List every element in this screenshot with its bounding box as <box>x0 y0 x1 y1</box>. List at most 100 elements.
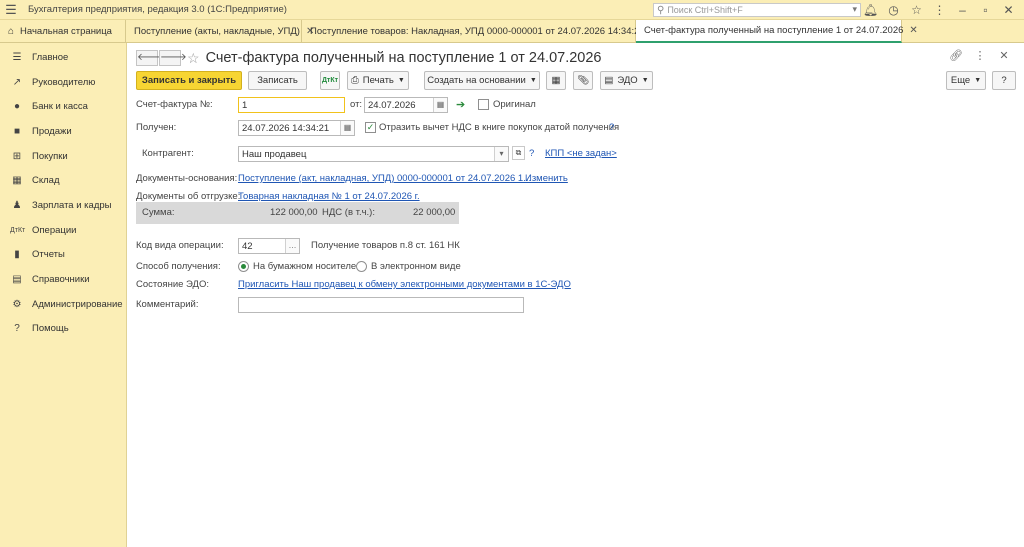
sidebar-item-operations[interactable]: ДтКт Операции <box>0 218 126 243</box>
forward-button[interactable]: 🡒 <box>159 50 187 66</box>
close-icon[interactable]: ✕ <box>997 2 1020 18</box>
change-link[interactable]: Изменить <box>525 173 568 184</box>
sidebar-item-purchases[interactable]: ⊞ Покупки <box>0 144 126 169</box>
more-icon[interactable]: ⋮ <box>968 49 992 62</box>
base-documents-link[interactable]: Поступление (акт, накладная, УПД) 0000-0… <box>238 173 531 184</box>
counterparty-input[interactable]: Наш продавец ▾ <box>238 146 509 162</box>
vat-deduction-checkbox[interactable]: ✓ <box>365 122 376 133</box>
chevron-down-icon[interactable]: ▾ <box>494 147 508 161</box>
button-label: Записать <box>257 75 298 86</box>
cart-icon: ⊞ <box>12 150 22 162</box>
printer-icon: ⎙ <box>351 75 359 86</box>
people-icon: ♟ <box>12 199 22 211</box>
help-button[interactable]: ? <box>992 71 1016 90</box>
sidebar-item-admin[interactable]: ⚙ Администрирование <box>0 292 126 317</box>
create-based-on-button[interactable]: Создать на основании ▼ <box>424 71 540 90</box>
tab-label: Счет-фактура полученный на поступление 1… <box>644 25 904 36</box>
sidebar-item-bank[interactable]: ● Банк и касса <box>0 94 126 119</box>
invoice-date-input[interactable]: 24.07.2026 ▦ <box>364 97 448 113</box>
minimize-icon[interactable]: – <box>951 2 974 18</box>
page-title: Счет-фактура полученный на поступление 1… <box>205 50 602 66</box>
maximize-icon[interactable]: ▫ <box>974 2 997 18</box>
invoice-number-label: Счет-фактура №: <box>136 99 213 110</box>
sidebar-item-label: Покупки <box>32 150 68 162</box>
sidebar-item-salary[interactable]: ♟ Зарплата и кадры <box>0 193 126 218</box>
shipment-documents-link[interactable]: Товарная накладная № 1 от 24.07.2026 г. <box>238 191 420 202</box>
save-button[interactable]: Записать <box>248 71 307 90</box>
sidebar-item-warehouse[interactable]: ▦ Склад <box>0 168 126 193</box>
sidebar-item-label: Администрирование <box>32 298 123 310</box>
bell-icon[interactable]: 🔔︎ <box>859 2 882 18</box>
sidebar-item-reports[interactable]: ▮ Отчеты <box>0 243 126 268</box>
star-icon[interactable]: ☆ <box>905 2 928 18</box>
radio-electronic[interactable] <box>356 261 367 272</box>
calendar-icon[interactable]: ▦ <box>340 121 354 135</box>
sidebar-item-label: Склад <box>32 175 60 187</box>
original-label: Оригинал <box>493 99 536 110</box>
close-icon[interactable]: ✕ <box>909 25 917 36</box>
counterparty-label: Контрагент: <box>142 148 194 159</box>
document-form: 🡐 🡒 ☆ Счет-фактура полученный на поступл… <box>127 43 1024 547</box>
tab-receipt-doc[interactable]: Поступление товаров: Накладная, УПД 0000… <box>302 20 659 43</box>
radio-paper[interactable] <box>238 261 249 272</box>
structure-icon[interactable]: ▦ <box>546 71 566 90</box>
chevron-down-icon: ▼ <box>397 77 405 84</box>
chevron-down-icon: ▼ <box>529 77 537 84</box>
received-label: Получен: <box>136 122 177 133</box>
help-icon[interactable]: ? <box>609 122 614 133</box>
menu-icon: ☰ <box>12 51 22 63</box>
main-menu-icon[interactable]: ☰ <box>0 2 22 18</box>
print-button[interactable]: ⎙ Печать ▼ <box>347 71 409 90</box>
edo-button[interactable]: ▤ ЭДО ▼ <box>600 71 653 90</box>
document-header: 🡐 🡒 ☆ Счет-фактура полученный на поступл… <box>136 49 602 67</box>
button-label: Печать <box>362 75 394 86</box>
tab-invoice[interactable]: Счет-фактура полученный на поступление 1… <box>636 20 918 43</box>
back-button[interactable]: 🡐 <box>136 50 164 66</box>
sidebar-item-label: Зарплата и кадры <box>32 199 112 211</box>
invoice-number-input[interactable]: 1 <box>238 97 345 113</box>
calendar-icon[interactable]: ▦ <box>433 98 447 112</box>
edo-invite-link[interactable]: Пригласить Наш продавец к обмену электро… <box>238 279 571 290</box>
received-date-input[interactable]: 24.07.2026 14:34:21 ▦ <box>238 120 355 136</box>
chevron-down-icon: ▼ <box>641 77 649 84</box>
arrow-right-icon[interactable]: ➔ <box>456 98 465 111</box>
open-icon[interactable]: ⧉ <box>512 146 525 160</box>
search-input[interactable]: ⚲ Поиск Ctrl+Shift+F ▾ <box>653 3 861 17</box>
sidebar-item-label: Главное <box>32 51 69 63</box>
field-value: 42 <box>242 240 253 252</box>
sidebar-item-label: Помощь <box>32 323 69 335</box>
kpp-link[interactable]: КПП <не задан> <box>545 148 617 159</box>
comment-input[interactable] <box>238 297 524 313</box>
close-icon[interactable]: ✕ <box>992 49 1016 62</box>
tab-receipts-list[interactable]: Поступление (акты, накладные, УПД) ✕ <box>126 20 314 43</box>
sidebar-item-help[interactable]: ? Помощь <box>0 317 126 342</box>
vat-sum-value: 22 000,00 <box>413 207 456 218</box>
save-close-button[interactable]: Записать и закрыть <box>136 71 242 90</box>
select-button[interactable]: … <box>285 239 299 253</box>
tab-home[interactable]: ⌂ Начальная страница <box>0 20 126 43</box>
more-icon[interactable]: ⋮ <box>928 2 951 18</box>
title-bar: ☰ Бухгалтерия предприятия, редакция 3.0 … <box>0 0 1024 20</box>
tab-label: Начальная страница <box>20 26 112 37</box>
chevron-down-icon[interactable]: ▾ <box>852 4 857 15</box>
bag-icon: ■ <box>13 125 21 137</box>
gear-icon: ⚙ <box>12 298 22 310</box>
sidebar-item-main[interactable]: ☰ Главное <box>0 45 126 70</box>
report-icon: ▮ <box>14 249 20 261</box>
more-button[interactable]: Еще ▼ <box>946 71 986 90</box>
sidebar-item-manager[interactable]: ↗ Руководителю <box>0 70 126 95</box>
attach-icon[interactable]: 📎︎ <box>573 71 593 90</box>
history-icon[interactable]: ◷ <box>882 2 905 18</box>
help-icon[interactable]: ? <box>529 148 534 159</box>
button-label: ЭДО <box>617 75 638 86</box>
sidebar-item-sales[interactable]: ■ Продажи <box>0 119 126 144</box>
comment-label: Комментарий: <box>136 299 199 310</box>
postings-icon[interactable]: ДтКт <box>320 71 340 90</box>
favorite-star-icon[interactable]: ☆ <box>187 50 200 67</box>
link-icon[interactable]: 🔗︎ <box>944 49 968 62</box>
help-icon: ? <box>14 323 20 335</box>
sidebar-item-catalogs[interactable]: ▤ Справочники <box>0 267 126 292</box>
sidebar-item-label: Банк и касса <box>32 101 88 113</box>
operation-code-input[interactable]: 42 … <box>238 238 300 254</box>
original-checkbox[interactable] <box>478 99 489 110</box>
